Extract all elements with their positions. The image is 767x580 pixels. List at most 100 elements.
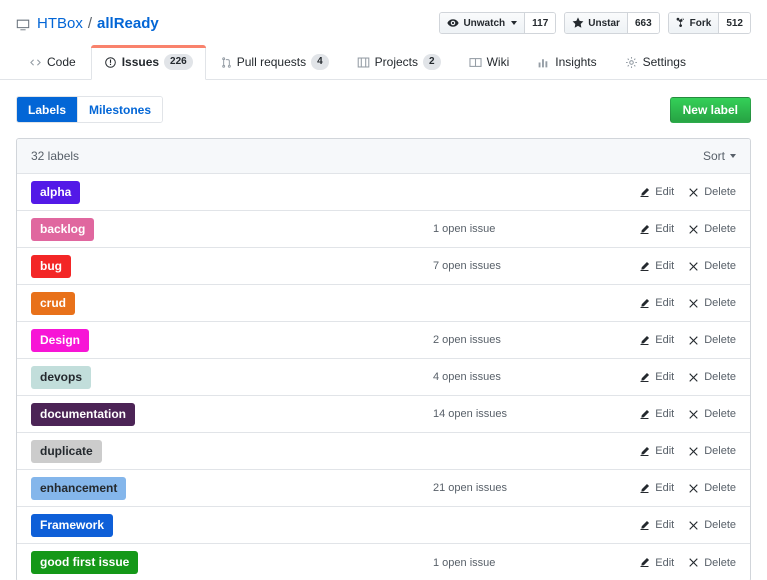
delete-label-button-label: Delete	[704, 557, 736, 569]
repo-owner-link[interactable]: HTBox	[37, 14, 83, 34]
table-row: backlog 1 open issue Edit Delete	[17, 211, 750, 248]
open-issues-link[interactable]: 14 open issues	[411, 408, 639, 420]
pencil-icon	[639, 224, 650, 235]
pencil-icon	[639, 298, 650, 309]
git-pull-request-icon	[221, 56, 232, 69]
label-chip[interactable]: backlog	[31, 218, 94, 241]
tab-milestones[interactable]: Milestones	[77, 97, 162, 122]
edit-label-button[interactable]: Edit	[639, 334, 674, 346]
tab-issues[interactable]: Issues 226	[91, 45, 206, 80]
sort-dropdown[interactable]: Sort	[703, 149, 736, 163]
delete-label-button[interactable]: Delete	[688, 445, 736, 457]
tab-labels[interactable]: Labels	[17, 97, 77, 122]
new-label-button[interactable]: New label	[670, 97, 751, 123]
edit-label-button[interactable]: Edit	[639, 223, 674, 235]
label-chip[interactable]: alpha	[31, 181, 80, 204]
open-issues-link[interactable]: 4 open issues	[411, 371, 639, 383]
label-chip[interactable]: enhancement	[31, 477, 126, 500]
close-icon	[688, 187, 699, 198]
table-row: duplicate Edit Delete	[17, 433, 750, 470]
edit-label-button-label: Edit	[655, 223, 674, 235]
open-issues-link[interactable]: 7 open issues	[411, 260, 639, 272]
pencil-icon	[639, 483, 650, 494]
repo-header: HTBox / allReady Unwatch 117	[0, 0, 767, 34]
tab-projects-counter: 2	[423, 54, 441, 70]
label-cell: alpha	[31, 181, 411, 204]
fork-button[interactable]: Fork	[669, 13, 719, 33]
edit-label-button[interactable]: Edit	[639, 260, 674, 272]
tab-insights[interactable]: Insights	[524, 45, 609, 80]
tab-pull-requests[interactable]: Pull requests 4	[208, 45, 342, 80]
open-issues-link[interactable]: 2 open issues	[411, 334, 639, 346]
table-row: Design 2 open issues Edit Delete	[17, 322, 750, 359]
edit-label-button[interactable]: Edit	[639, 408, 674, 420]
label-chip[interactable]: devops	[31, 366, 91, 389]
watch-count[interactable]: 117	[524, 13, 555, 33]
edit-label-button[interactable]: Edit	[639, 445, 674, 457]
table-row: crud Edit Delete	[17, 285, 750, 322]
open-issues-link[interactable]: 21 open issues	[411, 482, 639, 494]
edit-label-button-label: Edit	[655, 334, 674, 346]
repo-actions: Unwatch 117 Unstar 663	[439, 12, 751, 34]
tab-settings-label: Settings	[643, 55, 686, 69]
delete-label-button[interactable]: Delete	[688, 260, 736, 272]
edit-label-button[interactable]: Edit	[639, 371, 674, 383]
unwatch-button[interactable]: Unwatch	[440, 13, 524, 33]
delete-label-button-label: Delete	[704, 186, 736, 198]
row-actions: Edit Delete	[639, 260, 736, 272]
tab-pull-requests-label: Pull requests	[237, 55, 306, 69]
pencil-icon	[639, 446, 650, 457]
delete-label-button[interactable]: Delete	[688, 371, 736, 383]
close-icon	[688, 409, 699, 420]
delete-label-button[interactable]: Delete	[688, 297, 736, 309]
star-icon	[572, 17, 584, 29]
table-row: bug 7 open issuesEdit Delete	[17, 248, 750, 285]
pencil-icon	[639, 372, 650, 383]
delete-label-button[interactable]: Delete	[688, 334, 736, 346]
delete-label-button[interactable]: Delete	[688, 223, 736, 235]
labels-list: alphaEditDeletebacklog1 open issueEditDe…	[17, 174, 750, 580]
edit-label-button-label: Edit	[655, 445, 674, 457]
open-issues-link[interactable]: 1 open issue	[411, 557, 639, 569]
edit-label-button[interactable]: Edit	[639, 482, 674, 494]
open-issues-link[interactable]: 1 open issue	[411, 223, 639, 235]
label-cell: bug	[31, 255, 411, 278]
delete-label-button-label: Delete	[704, 334, 736, 346]
star-count[interactable]: 663	[627, 13, 659, 33]
pencil-icon	[639, 335, 650, 346]
delete-label-button[interactable]: Delete	[688, 557, 736, 569]
edit-label-button[interactable]: Edit	[639, 519, 674, 531]
tab-projects[interactable]: Projects 2	[344, 45, 454, 80]
close-icon	[688, 298, 699, 309]
tab-code[interactable]: Code	[16, 45, 89, 80]
tab-projects-label: Projects	[375, 55, 418, 69]
repo-nav-tabs: Code Issues 226 Pull requests 4 Projects	[0, 44, 767, 80]
edit-label-button[interactable]: Edit	[639, 186, 674, 198]
label-chip[interactable]: bug	[31, 255, 71, 278]
label-chip[interactable]: crud	[31, 292, 75, 315]
repo-name-link[interactable]: allReady	[97, 14, 159, 34]
delete-label-button[interactable]: Delete	[688, 482, 736, 494]
label-chip[interactable]: Design	[31, 329, 89, 352]
issue-opened-icon	[104, 56, 117, 69]
row-actions: Edit Delete	[639, 445, 736, 457]
fork-count[interactable]: 512	[718, 13, 750, 33]
delete-label-button[interactable]: Delete	[688, 186, 736, 198]
pencil-icon	[639, 409, 650, 420]
edit-label-button[interactable]: Edit	[639, 297, 674, 309]
tab-wiki[interactable]: Wiki	[456, 45, 523, 80]
delete-label-button-label: Delete	[704, 408, 736, 420]
label-cell: Framework	[31, 514, 411, 537]
delete-label-button[interactable]: Delete	[688, 408, 736, 420]
fork-button-group: Fork 512	[668, 12, 751, 34]
unstar-button[interactable]: Unstar	[565, 13, 627, 33]
project-icon	[357, 56, 370, 69]
label-chip[interactable]: documentation	[31, 403, 135, 426]
label-chip[interactable]: good first issue	[31, 551, 138, 574]
edit-label-button[interactable]: Edit	[639, 557, 674, 569]
delete-label-button[interactable]: Delete	[688, 519, 736, 531]
label-chip[interactable]: duplicate	[31, 440, 102, 463]
pencil-icon	[639, 187, 650, 198]
tab-settings[interactable]: Settings	[612, 45, 699, 80]
label-chip[interactable]: Framework	[31, 514, 113, 537]
